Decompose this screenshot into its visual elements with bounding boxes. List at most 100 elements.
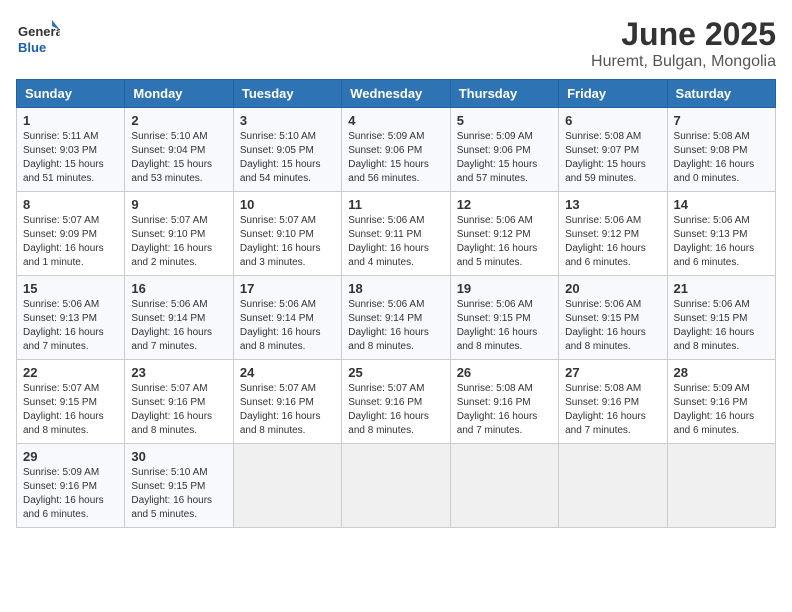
calendar-row-2: 8 Sunrise: 5:07 AM Sunset: 9:09 PM Daylig… [17,192,776,276]
table-cell: 13 Sunrise: 5:06 AM Sunset: 9:12 PM Dayli… [559,192,667,276]
table-cell: 4 Sunrise: 5:09 AM Sunset: 9:06 PM Daylig… [342,108,450,192]
table-cell: 16Sunrise: 5:06 AM Sunset: 9:14 PM Dayli… [125,276,233,360]
table-cell: 23 Sunrise: 5:07 AM Sunset: 9:16 PM Dayli… [125,360,233,444]
page-header: General Blue June 2025 Huremt, Bulgan, M… [16,16,776,71]
main-title: June 2025 [591,16,776,53]
day-number: 13 [565,197,660,212]
table-cell: 3 Sunrise: 5:10 AM Sunset: 9:05 PM Daylig… [233,108,341,192]
table-cell: 1Sunrise: 5:11 AM Sunset: 9:03 PM Daylig… [17,108,125,192]
table-cell: 19 Sunrise: 5:06 AM Sunset: 9:15 PM Dayli… [450,276,558,360]
cell-info: Sunrise: 5:07 AM Sunset: 9:10 PM Dayligh… [240,214,335,270]
table-cell: 7Sunrise: 5:08 AM Sunset: 9:08 PM Daylig… [667,108,775,192]
table-cell: 9 Sunrise: 5:07 AM Sunset: 9:10 PM Daylig… [125,192,233,276]
table-cell: 30 Sunrise: 5:10 AM Sunset: 9:15 PM Dayli… [125,444,233,528]
table-cell: 15 Sunrise: 5:06 AM Sunset: 9:13 PM Dayli… [17,276,125,360]
col-tuesday: Tuesday [233,80,341,108]
day-number: 7 [674,113,769,128]
day-number: 22 [23,365,118,380]
table-cell: 18Sunrise: 5:06 AM Sunset: 9:14 PM Dayli… [342,276,450,360]
cell-info: Sunrise: 5:06 AM Sunset: 9:15 PM Dayligh… [674,298,769,354]
day-number: 9 [131,197,226,212]
table-cell [233,444,341,528]
day-number: 29 [23,449,118,464]
cell-info: Sunrise: 5:07 AM Sunset: 9:16 PM Dayligh… [131,382,226,438]
table-cell: 10 Sunrise: 5:07 AM Sunset: 9:10 PM Dayli… [233,192,341,276]
day-number: 26 [457,365,552,380]
day-number: 2 [131,113,226,128]
day-number: 23 [131,365,226,380]
day-number: 4 [348,113,443,128]
cell-info: Sunrise: 5:06 AM Sunset: 9:11 PM Dayligh… [348,214,443,270]
table-cell: 2 Sunrise: 5:10 AM Sunset: 9:04 PM Daylig… [125,108,233,192]
day-number: 8 [23,197,118,212]
col-saturday: Saturday [667,80,775,108]
cell-info: Sunrise: 5:07 AM Sunset: 9:16 PM Dayligh… [240,382,335,438]
logo: General Blue [16,16,60,60]
col-friday: Friday [559,80,667,108]
cell-info: Sunrise: 5:08 AM Sunset: 9:16 PM Dayligh… [457,382,552,438]
table-cell [667,444,775,528]
day-number: 30 [131,449,226,464]
day-number: 3 [240,113,335,128]
day-number: 18 [348,281,443,296]
cell-info: Sunrise: 5:07 AM Sunset: 9:16 PM Dayligh… [348,382,443,438]
table-cell [559,444,667,528]
cell-info: Sunrise: 5:10 AM Sunset: 9:04 PM Dayligh… [131,130,226,186]
table-cell: 20Sunrise: 5:06 AM Sunset: 9:15 PM Dayli… [559,276,667,360]
cell-info: Sunrise: 5:06 AM Sunset: 9:12 PM Dayligh… [457,214,552,270]
cell-info: Sunrise: 5:09 AM Sunset: 9:16 PM Dayligh… [674,382,769,438]
cell-info: Sunrise: 5:07 AM Sunset: 9:15 PM Dayligh… [23,382,118,438]
table-cell: 24 Sunrise: 5:07 AM Sunset: 9:16 PM Dayli… [233,360,341,444]
day-number: 17 [240,281,335,296]
day-number: 10 [240,197,335,212]
table-cell: 27 Sunrise: 5:08 AM Sunset: 9:16 PM Dayli… [559,360,667,444]
table-cell: 22 Sunrise: 5:07 AM Sunset: 9:15 PM Dayli… [17,360,125,444]
calendar-row-3: 15 Sunrise: 5:06 AM Sunset: 9:13 PM Dayli… [17,276,776,360]
cell-info: Sunrise: 5:10 AM Sunset: 9:05 PM Dayligh… [240,130,335,186]
day-number: 5 [457,113,552,128]
cell-info: Sunrise: 5:06 AM Sunset: 9:14 PM Dayligh… [240,298,335,354]
table-cell: 11 Sunrise: 5:06 AM Sunset: 9:11 PM Dayli… [342,192,450,276]
day-number: 27 [565,365,660,380]
table-cell: 6 Sunrise: 5:08 AM Sunset: 9:07 PM Daylig… [559,108,667,192]
day-number: 21 [674,281,769,296]
calendar-table: Sunday Monday Tuesday Wednesday Thursday… [16,79,776,528]
cell-info: Sunrise: 5:06 AM Sunset: 9:12 PM Dayligh… [565,214,660,270]
cell-info: Sunrise: 5:06 AM Sunset: 9:15 PM Dayligh… [457,298,552,354]
table-cell: 8 Sunrise: 5:07 AM Sunset: 9:09 PM Daylig… [17,192,125,276]
col-monday: Monday [125,80,233,108]
table-cell: 29Sunrise: 5:09 AM Sunset: 9:16 PM Dayli… [17,444,125,528]
cell-info: Sunrise: 5:09 AM Sunset: 9:06 PM Dayligh… [348,130,443,186]
calendar-header-row: Sunday Monday Tuesday Wednesday Thursday… [17,80,776,108]
cell-info: Sunrise: 5:07 AM Sunset: 9:10 PM Dayligh… [131,214,226,270]
table-cell: 17 Sunrise: 5:06 AM Sunset: 9:14 PM Dayli… [233,276,341,360]
cell-info: Sunrise: 5:10 AM Sunset: 9:15 PM Dayligh… [131,466,226,522]
col-sunday: Sunday [17,80,125,108]
day-number: 11 [348,197,443,212]
day-number: 1 [23,113,118,128]
table-cell: 14 Sunrise: 5:06 AM Sunset: 9:13 PM Dayli… [667,192,775,276]
table-cell: 25Sunrise: 5:07 AM Sunset: 9:16 PM Dayli… [342,360,450,444]
table-cell: 21 Sunrise: 5:06 AM Sunset: 9:15 PM Dayli… [667,276,775,360]
day-number: 15 [23,281,118,296]
cell-info: Sunrise: 5:08 AM Sunset: 9:07 PM Dayligh… [565,130,660,186]
col-wednesday: Wednesday [342,80,450,108]
day-number: 24 [240,365,335,380]
table-cell [450,444,558,528]
svg-text:Blue: Blue [18,40,46,55]
cell-info: Sunrise: 5:06 AM Sunset: 9:13 PM Dayligh… [23,298,118,354]
cell-info: Sunrise: 5:07 AM Sunset: 9:09 PM Dayligh… [23,214,118,270]
day-number: 6 [565,113,660,128]
table-cell: 28Sunrise: 5:09 AM Sunset: 9:16 PM Dayli… [667,360,775,444]
day-number: 19 [457,281,552,296]
cell-info: Sunrise: 5:06 AM Sunset: 9:13 PM Dayligh… [674,214,769,270]
calendar-row-1: 1Sunrise: 5:11 AM Sunset: 9:03 PM Daylig… [17,108,776,192]
logo-icon: General Blue [16,16,60,60]
day-number: 14 [674,197,769,212]
col-thursday: Thursday [450,80,558,108]
calendar-row-4: 22 Sunrise: 5:07 AM Sunset: 9:15 PM Dayli… [17,360,776,444]
cell-info: Sunrise: 5:08 AM Sunset: 9:16 PM Dayligh… [565,382,660,438]
cell-info: Sunrise: 5:09 AM Sunset: 9:06 PM Dayligh… [457,130,552,186]
table-cell: 12Sunrise: 5:06 AM Sunset: 9:12 PM Dayli… [450,192,558,276]
day-number: 16 [131,281,226,296]
